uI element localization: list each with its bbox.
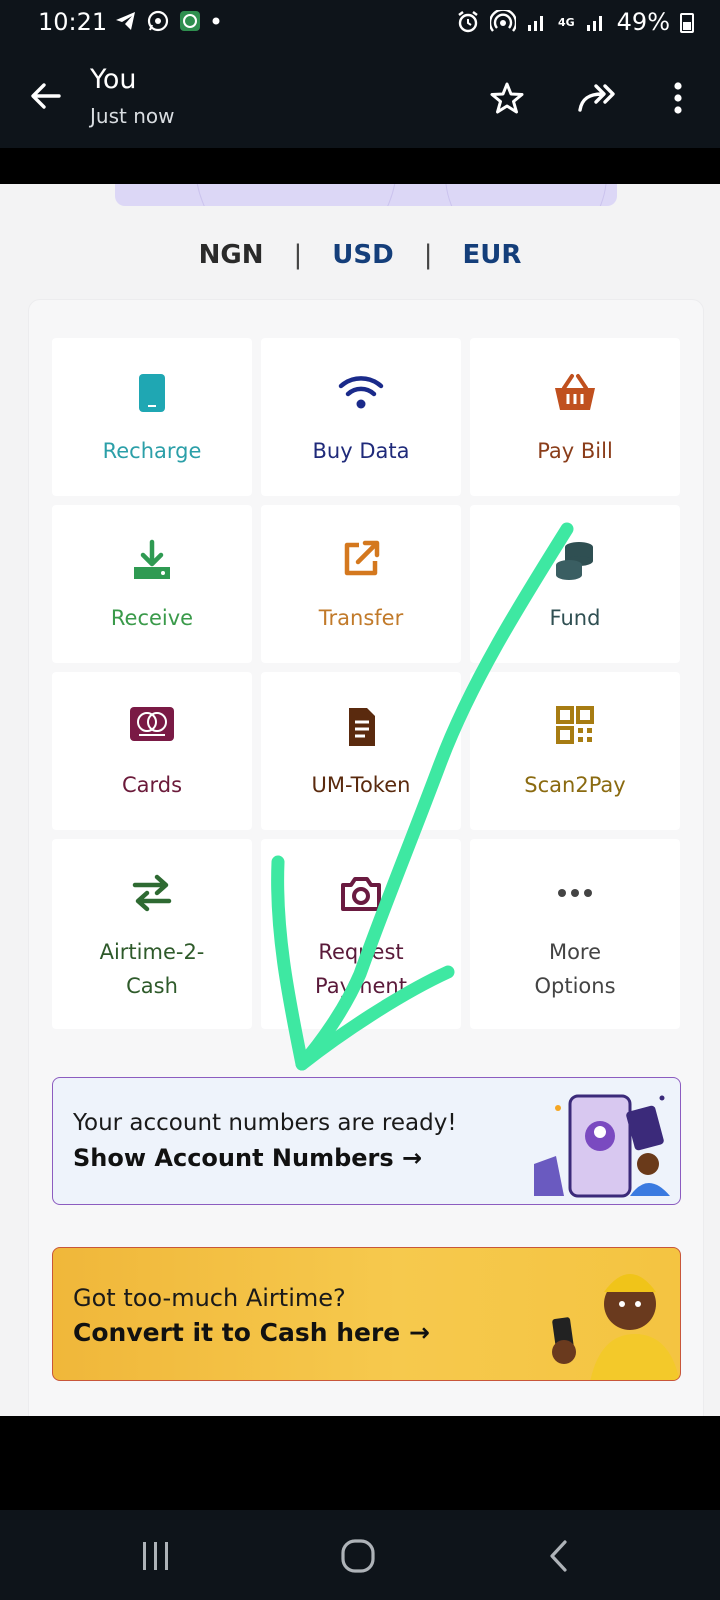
tile-recharge[interactable]: Recharge [52, 338, 252, 496]
tile-um-token[interactable]: UM-Token [261, 672, 461, 830]
image-border-bottom [0, 1416, 720, 1510]
chat-subtitle: Just now [90, 104, 175, 128]
star-icon [490, 82, 524, 114]
airtime-to-cash-banner[interactable]: Got too-much Airtime? Convert it to Cash… [52, 1247, 681, 1381]
currency-eur[interactable]: EUR [462, 240, 521, 270]
more-menu-button[interactable] [656, 76, 700, 120]
tile-transfer[interactable]: Transfer [261, 505, 461, 663]
shared-screenshot: NGN | USD | EUR Recharge Buy Data Pay Bi… [0, 184, 720, 1416]
tile-label: Pay Bill [537, 439, 613, 463]
arrow-left-icon [31, 83, 61, 109]
external-link-icon [344, 540, 380, 576]
currency-usd[interactable]: USD [332, 240, 393, 270]
tile-receive[interactable]: Receive [52, 505, 252, 663]
camera-icon [341, 877, 381, 911]
battery-icon [680, 13, 694, 33]
tile-scan2pay[interactable]: Scan2Pay [470, 672, 680, 830]
recents-icon [143, 1542, 168, 1570]
alarm-icon [458, 11, 478, 33]
back-button[interactable] [26, 76, 66, 116]
tile-label: Scan2Pay [524, 773, 626, 797]
currency-switcher: NGN | USD | EUR [0, 240, 720, 270]
account-numbers-banner[interactable]: Your account numbers are ready! Show Acc… [52, 1077, 681, 1205]
tile-fund[interactable]: Fund [470, 505, 680, 663]
phone-illustration [534, 1094, 670, 1198]
tile-pay-bill[interactable]: Pay Bill [470, 338, 680, 496]
app-bar: You Just now [0, 46, 720, 148]
home-icon [341, 1539, 375, 1573]
basket-icon [555, 374, 595, 410]
tile-label: Airtime-2-Cash [99, 940, 205, 998]
system-back-button[interactable] [534, 1536, 584, 1576]
currency-separator: | [293, 240, 303, 270]
convert-to-cash-link[interactable]: Convert it to Cash here → [73, 1318, 430, 1347]
forward-icon [578, 84, 615, 112]
mastercard-icon [130, 707, 174, 741]
image-border-top [0, 148, 720, 184]
telegram-icon [116, 12, 135, 30]
qr-code-icon [556, 706, 594, 744]
tile-label: Request Payment [315, 940, 407, 998]
chat-title: You [90, 64, 137, 95]
tile-label: Fund [549, 606, 601, 630]
currency-ngn[interactable]: NGN [199, 240, 264, 270]
tile-request-payment[interactable]: Request Payment [261, 839, 461, 1029]
balance-card [115, 184, 617, 206]
tile-label: UM-Token [311, 773, 411, 797]
home-button[interactable] [333, 1536, 383, 1576]
whatsapp-icon [147, 10, 169, 32]
tile-cards[interactable]: Cards [52, 672, 252, 830]
phone-icon [139, 374, 165, 412]
recents-button[interactable] [131, 1536, 181, 1576]
currency-separator: | [423, 240, 433, 270]
hotspot-icon [489, 10, 516, 32]
forward-button[interactable] [575, 76, 619, 120]
banner-text: Got too-much Airtime? [73, 1284, 346, 1312]
tile-label: Transfer [318, 606, 404, 630]
battery-percent: 49% [616, 8, 670, 36]
show-account-numbers-link[interactable]: Show Account Numbers → [73, 1144, 422, 1172]
tile-label: More Options [534, 940, 616, 998]
app-notification-icon [180, 11, 200, 31]
tile-label: Cards [121, 773, 183, 797]
coins-icon [556, 542, 593, 580]
banner-text: Your account numbers are ready! [73, 1110, 457, 1136]
star-button[interactable] [485, 76, 529, 120]
system-nav-bar [0, 1510, 720, 1600]
status-bar: 10:21 4G 49% [0, 0, 720, 46]
tile-airtime-2-cash[interactable]: Airtime-2-Cash [52, 839, 252, 1029]
token-icon [349, 708, 375, 746]
person-illustration [552, 1274, 680, 1380]
more-dots-icon [558, 889, 592, 897]
chevron-left-icon [550, 1540, 567, 1572]
dot-icon [212, 17, 220, 25]
wifi-icon [338, 376, 384, 409]
tile-label: Recharge [102, 439, 202, 463]
network-type: 4G [557, 15, 575, 29]
tile-buy-data[interactable]: Buy Data [261, 338, 461, 496]
status-time: 10:21 [38, 8, 108, 36]
tile-label: Receive [110, 606, 194, 630]
vertical-dots-icon [674, 82, 682, 114]
signal-icon-2 [586, 16, 602, 31]
signal-icon [527, 16, 543, 31]
download-icon [134, 539, 170, 579]
swap-arrows-icon [132, 874, 172, 912]
tile-label: Buy Data [312, 439, 410, 463]
tile-more-options[interactable]: More Options [470, 839, 680, 1029]
